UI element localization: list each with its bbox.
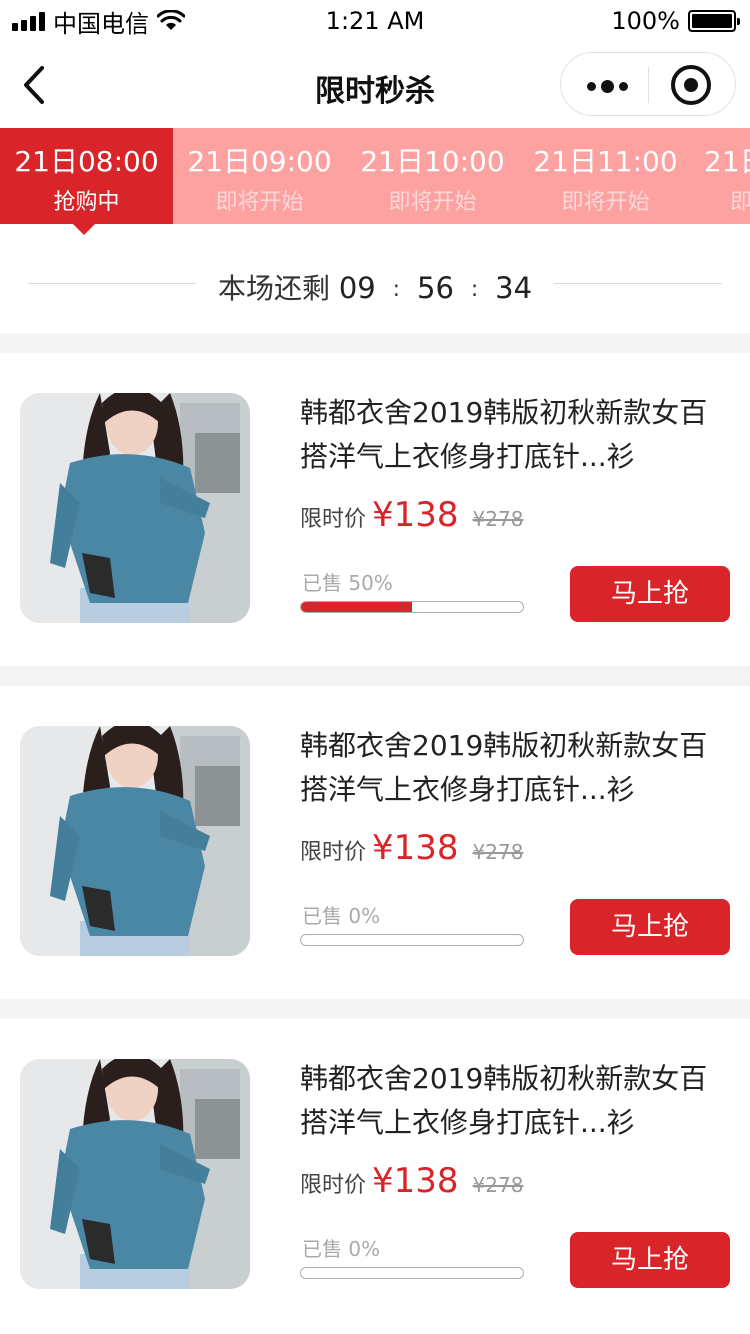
- session-status: 即将开始: [388, 190, 477, 215]
- battery-icon: [688, 10, 740, 32]
- capsule-divider: [648, 67, 649, 103]
- more-dots-icon[interactable]: [587, 80, 628, 93]
- countdown-separator: :: [392, 277, 401, 302]
- session-time: 21日12:00: [704, 145, 750, 178]
- divider-line: [554, 283, 722, 284]
- session-time: 21日10:00: [360, 145, 505, 178]
- buy-now-button[interactable]: 马上抢: [570, 566, 730, 622]
- battery-percent: 100%: [611, 7, 680, 35]
- product-title[interactable]: 韩都衣舍2019韩版初秋新款女百搭洋气上衣修身打底针...衫: [300, 1057, 735, 1145]
- sold-progress-fill: [301, 602, 412, 612]
- sold-progress-bar: [300, 1267, 524, 1279]
- sold-progress-bar: [300, 934, 524, 946]
- product-image[interactable]: [20, 726, 250, 956]
- sold-percent: 已售 50%: [302, 571, 393, 595]
- buy-now-button[interactable]: 马上抢: [570, 1232, 730, 1288]
- original-price: ¥278: [472, 1173, 524, 1197]
- session-status: 即将开始: [561, 190, 650, 215]
- flash-price: ¥138: [372, 495, 459, 535]
- flash-price: ¥138: [372, 1161, 459, 1201]
- session-time: 21日08:00: [14, 145, 159, 178]
- session-status: 抢购中: [53, 190, 120, 215]
- session-status: 即将开始: [215, 190, 304, 215]
- mini-program-capsule: [560, 52, 736, 116]
- close-target-icon[interactable]: [671, 65, 711, 105]
- countdown-separator: :: [470, 277, 479, 302]
- status-bar: 中国电信 1:21 AM 100%: [0, 0, 750, 42]
- countdown-minutes: 56: [417, 271, 454, 305]
- session-tab[interactable]: 21日09:00 即将开始: [173, 128, 346, 224]
- countdown-hours: 09: [338, 271, 376, 305]
- active-tab-pointer: [73, 224, 95, 235]
- sold-progress-bar: [300, 601, 524, 613]
- session-tab[interactable]: 21日10:00 即将开始: [346, 128, 519, 224]
- section-gap: [0, 666, 750, 686]
- navigation-bar: 限时秒杀: [0, 42, 750, 128]
- countdown: 本场还剩 09 : 56 : 34: [0, 235, 750, 333]
- session-status: 即将开始: [730, 190, 750, 215]
- original-price: ¥278: [472, 507, 524, 531]
- session-time: 21日11:00: [533, 145, 678, 178]
- session-tab[interactable]: 21日12:00 即将开始: [692, 128, 750, 224]
- price-label: 限时价: [300, 507, 367, 532]
- countdown-seconds: 34: [495, 271, 533, 305]
- product-card[interactable]: 韩都衣舍2019韩版初秋新款女百搭洋气上衣修身打底针...衫 限时价 ¥138 …: [0, 686, 750, 999]
- product-card[interactable]: 韩都衣舍2019韩版初秋新款女百搭洋气上衣修身打底针...衫 限时价 ¥138 …: [0, 1019, 750, 1332]
- original-price: ¥278: [472, 840, 524, 864]
- section-gap: [0, 999, 750, 1019]
- product-image[interactable]: [20, 393, 250, 623]
- session-tabs: 21日08:00 抢购中 21日09:00 即将开始 21日10:00 即将开始…: [0, 128, 750, 224]
- product-image[interactable]: [20, 1059, 250, 1289]
- product-title[interactable]: 韩都衣舍2019韩版初秋新款女百搭洋气上衣修身打底针...衫: [300, 391, 735, 479]
- buy-now-button[interactable]: 马上抢: [570, 899, 730, 955]
- session-time: 21日09:00: [187, 145, 332, 178]
- price-label: 限时价: [300, 840, 367, 865]
- countdown-label: 本场还剩: [217, 272, 330, 305]
- sold-percent: 已售 0%: [302, 904, 381, 928]
- sold-percent: 已售 0%: [302, 1237, 381, 1261]
- section-gap: [0, 333, 750, 353]
- session-tab[interactable]: 21日08:00 抢购中: [0, 128, 173, 224]
- session-tab[interactable]: 21日11:00 即将开始: [519, 128, 692, 224]
- price-label: 限时价: [300, 1173, 367, 1198]
- product-title[interactable]: 韩都衣舍2019韩版初秋新款女百搭洋气上衣修身打底针...衫: [300, 724, 735, 812]
- flash-price: ¥138: [372, 828, 459, 868]
- product-card[interactable]: 韩都衣舍2019韩版初秋新款女百搭洋气上衣修身打底针...衫 限时价 ¥138 …: [0, 353, 750, 666]
